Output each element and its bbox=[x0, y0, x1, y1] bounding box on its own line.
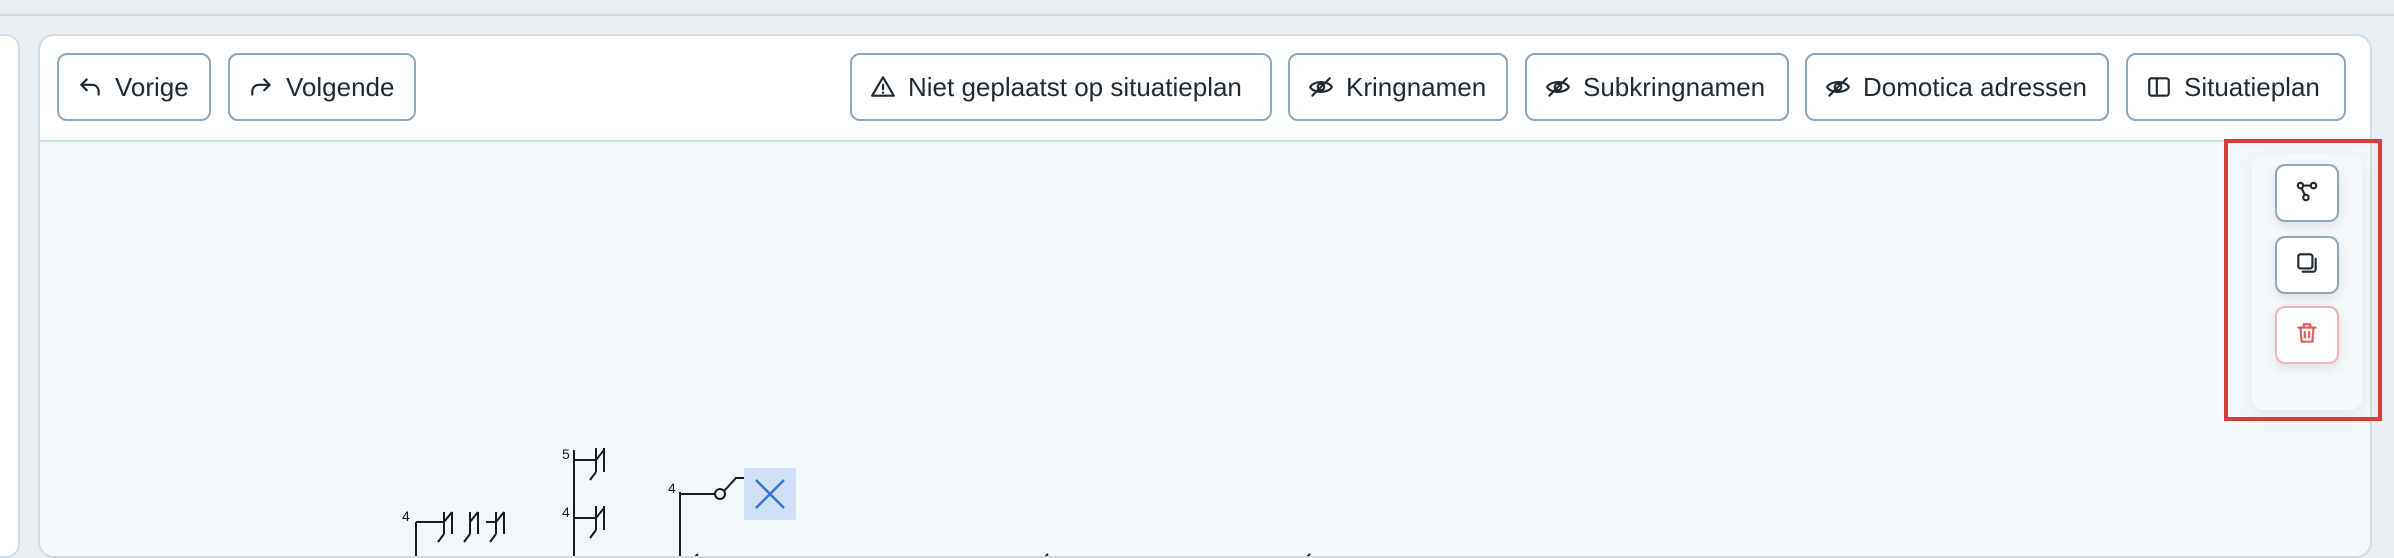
not-placed-button[interactable]: Niet geplaatst op situatieplan bbox=[850, 53, 1272, 121]
next-label: Volgende bbox=[286, 71, 395, 102]
schematic-canvas[interactable]: 5 4 4 4 bbox=[40, 142, 2370, 556]
schematic-label: 4 bbox=[562, 504, 570, 520]
left-panel bbox=[0, 34, 20, 558]
warning-triangle-icon bbox=[870, 74, 896, 100]
next-button[interactable]: Volgende bbox=[228, 53, 416, 121]
schematic-label: 4 bbox=[668, 480, 676, 496]
toolbar: Vorige Volgende Niet geplaatst op situat… bbox=[40, 36, 2370, 142]
top-strip bbox=[0, 0, 2394, 16]
eye-off-icon bbox=[1308, 74, 1334, 100]
subcircuit-names-label: Subkringnamen bbox=[1583, 71, 1766, 102]
site-plan-label: Situatieplan bbox=[2184, 71, 2320, 102]
circuit-names-toggle[interactable]: Kringnamen bbox=[1288, 53, 1508, 121]
site-plan-button[interactable]: Situatieplan bbox=[2126, 53, 2346, 121]
editor-card: Vorige Volgende Niet geplaatst op situat… bbox=[38, 34, 2372, 558]
undo-arrow-icon bbox=[77, 74, 103, 100]
schematic-label: 5 bbox=[562, 446, 570, 462]
eye-off-icon bbox=[1545, 74, 1571, 100]
subcircuit-names-toggle[interactable]: Subkringnamen bbox=[1525, 53, 1789, 121]
previous-button[interactable]: Vorige bbox=[57, 53, 211, 121]
redo-arrow-icon bbox=[248, 74, 274, 100]
split-panel-icon bbox=[2146, 74, 2172, 100]
schematic-drawing bbox=[415, 448, 1311, 556]
circuit-names-label: Kringnamen bbox=[1346, 71, 1487, 102]
domotica-addresses-label: Domotica adressen bbox=[1863, 71, 2087, 102]
schematic-label: 4 bbox=[402, 508, 410, 524]
eye-off-icon bbox=[1825, 74, 1851, 100]
not-placed-label: Niet geplaatst op situatieplan bbox=[908, 71, 1242, 102]
domotica-addresses-toggle[interactable]: Domotica adressen bbox=[1805, 53, 2109, 121]
highlight-frame bbox=[2224, 139, 2382, 421]
previous-label: Vorige bbox=[115, 71, 189, 102]
